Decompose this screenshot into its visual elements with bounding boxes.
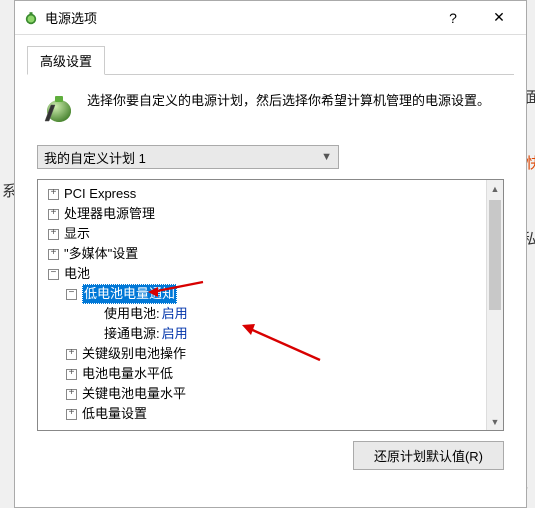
tree-item-value: 启用 xyxy=(162,304,188,324)
dialog-footer: 还原计划默认值(R) xyxy=(27,441,514,470)
window-title: 电源选项 xyxy=(45,8,430,27)
tree-item-label: 低电池电量通知 xyxy=(82,284,177,304)
tree-viewport: +PCI Express+处理器电源管理+显示+"多媒体"设置−电池−低电池电量… xyxy=(38,180,486,430)
tree-item[interactable]: + 低电量设置 xyxy=(40,404,484,424)
tree-item-label: 电池电量水平低 xyxy=(82,364,173,384)
expander-expanded-icon[interactable]: − xyxy=(66,289,77,300)
expander-collapsed-icon[interactable]: + xyxy=(48,209,59,220)
tree-item[interactable]: + PCI Express xyxy=(40,184,484,204)
expander-collapsed-icon[interactable]: + xyxy=(66,409,77,420)
restore-defaults-button[interactable]: 还原计划默认值(R) xyxy=(353,441,504,470)
tree-item-label: 关键级别电池操作 xyxy=(82,344,186,364)
battery-icon xyxy=(41,91,77,127)
tree-item-label: "多媒体"设置 xyxy=(64,244,138,264)
close-button[interactable]: ✕ xyxy=(476,4,522,32)
tree-item-label: PCI Express xyxy=(64,184,136,204)
tree-item[interactable]: + "多媒体"设置 xyxy=(40,244,484,264)
tree-item-label: 电池 xyxy=(64,264,90,284)
description-row: 选择你要自定义的电源计划，然后选择你希望计算机管理的电源设置。 xyxy=(27,75,514,137)
chevron-down-icon: ▼ xyxy=(321,151,332,163)
tree-item[interactable]: + 关键级别电池操作 xyxy=(40,344,484,364)
tree-item[interactable]: + 处理器电源管理 xyxy=(40,204,484,224)
tree-scrollbar[interactable]: ▲ ▼ xyxy=(486,180,503,430)
description-text: 选择你要自定义的电源计划，然后选择你希望计算机管理的电源设置。 xyxy=(87,91,490,127)
scroll-down-button[interactable]: ▼ xyxy=(487,413,503,430)
tree-item[interactable]: + 电池电量水平低 xyxy=(40,364,484,384)
background-text: 快 xyxy=(526,152,535,173)
expander-collapsed-icon[interactable]: + xyxy=(48,229,59,240)
tree-item-label: 接通电源: xyxy=(104,324,160,344)
expander-collapsed-icon[interactable]: + xyxy=(66,389,77,400)
expander-collapsed-icon[interactable]: + xyxy=(66,369,77,380)
tab-strip: 高级设置 xyxy=(27,45,514,75)
tree-item[interactable]: 接通电源: 启用 xyxy=(40,324,484,344)
tab-advanced-settings[interactable]: 高级设置 xyxy=(27,46,105,75)
expander-collapsed-icon[interactable]: + xyxy=(48,189,59,200)
scroll-thumb[interactable] xyxy=(489,200,501,310)
expander-expanded-icon[interactable]: − xyxy=(48,269,59,280)
power-plan-selected: 我的自定义计划 1 xyxy=(44,148,146,167)
scroll-up-button[interactable]: ▲ xyxy=(487,180,503,197)
tree-item-label: 低电量设置 xyxy=(82,404,147,424)
settings-tree: +PCI Express+处理器电源管理+显示+"多媒体"设置−电池−低电池电量… xyxy=(37,179,504,431)
tree-item[interactable]: −电池 xyxy=(40,264,484,284)
tree-item-label: 处理器电源管理 xyxy=(64,204,155,224)
titlebar: 电源选项 ? ✕ xyxy=(15,1,526,35)
power-icon xyxy=(23,10,39,26)
tree-item[interactable]: 使用电池: 启用 xyxy=(40,304,484,324)
power-plan-select[interactable]: 我的自定义计划 1 ▼ xyxy=(37,145,339,169)
tree-item[interactable]: + 关键电池电量水平 xyxy=(40,384,484,404)
help-button[interactable]: ? xyxy=(430,4,476,32)
expander-collapsed-icon[interactable]: + xyxy=(66,349,77,360)
tree-item-label: 使用电池: xyxy=(104,304,160,324)
tree-item[interactable]: + 显示 xyxy=(40,224,484,244)
tree-item-value: 启用 xyxy=(162,324,188,344)
dialog-content: 高级设置 选择你要自定义的电源计划，然后选择你希望计算机管 xyxy=(15,35,526,507)
tree-item-label: 显示 xyxy=(64,224,90,244)
tree-item-label: 关键电池电量水平 xyxy=(82,384,186,404)
tree-item[interactable]: −低电池电量通知 xyxy=(40,284,484,304)
expander-collapsed-icon[interactable]: + xyxy=(48,249,59,260)
power-options-dialog: 电源选项 ? ✕ 高级设置 xyxy=(14,0,527,508)
